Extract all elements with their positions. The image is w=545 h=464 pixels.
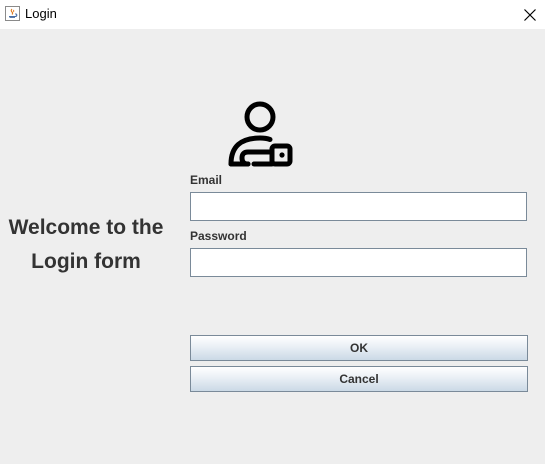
password-field[interactable] xyxy=(190,248,527,277)
java-app-icon xyxy=(5,6,20,21)
password-label: Password xyxy=(190,229,247,243)
user-key-icon xyxy=(228,101,293,167)
ok-button[interactable]: OK xyxy=(190,335,528,361)
welcome-heading: Welcome to the Login form xyxy=(0,211,172,279)
welcome-line-1: Welcome to the xyxy=(8,216,164,239)
close-button[interactable] xyxy=(515,0,545,29)
close-icon xyxy=(524,8,536,21)
cancel-button[interactable]: Cancel xyxy=(190,366,528,392)
welcome-line-2: Login form xyxy=(31,250,141,273)
window-title: Login xyxy=(25,6,57,21)
email-label: Email xyxy=(190,173,223,187)
login-panel: Welcome to the Login form Email Password… xyxy=(0,29,545,464)
email-field[interactable] xyxy=(190,192,527,221)
title-bar: Login xyxy=(0,0,545,29)
